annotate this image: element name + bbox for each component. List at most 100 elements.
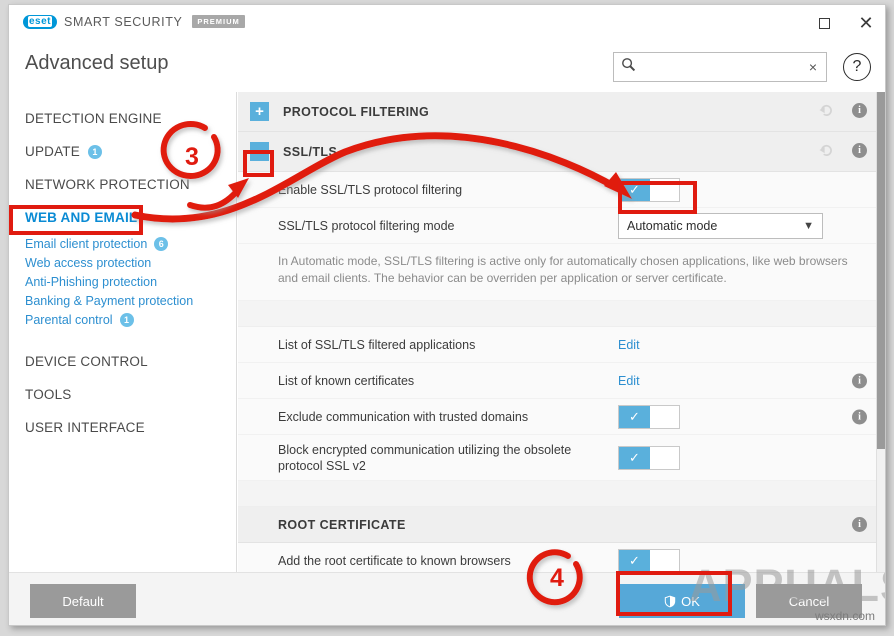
sidebar-item-label: Web access protection	[25, 255, 152, 270]
info-icon[interactable]: i	[852, 517, 867, 532]
sidebar-item-user-interface[interactable]: USER INTERFACE	[9, 411, 236, 444]
exclude-trusted-domains-toggle[interactable]: ✓	[618, 404, 680, 429]
content-scrollbar-track[interactable]	[876, 92, 885, 572]
search-icon	[621, 57, 636, 77]
setting-control: Automatic mode ▼	[618, 212, 823, 239]
setting-label: Enable SSL/TLS protocol filtering	[278, 182, 463, 197]
window-titlebar: eset SMART SECURITY PREMIUM ✕	[9, 5, 885, 40]
expand-protocol-filtering-icon[interactable]: +	[250, 102, 269, 121]
section-header-icons: i	[852, 517, 867, 532]
cancel-button[interactable]: Cancel	[756, 584, 862, 618]
ssl-filtering-mode-select[interactable]: Automatic mode ▼	[618, 212, 823, 239]
block-ssl-v2-toggle[interactable]: ✓	[618, 445, 680, 470]
sidebar-divider	[9, 329, 236, 345]
enable-ssl-filtering-toggle[interactable]: ✓	[618, 177, 680, 202]
app-branding: eset SMART SECURITY PREMIUM	[23, 14, 245, 29]
sidebar-item-update[interactable]: UPDATE 1	[9, 135, 236, 168]
ssl-mode-description: In Automatic mode, SSL/TLS filtering is …	[238, 244, 885, 301]
setting-control: ✓	[618, 404, 823, 429]
content-scrollbar-thumb[interactable]	[877, 92, 885, 449]
setting-row-add-root-certificate: Add the root certificate to known browse…	[238, 543, 885, 572]
section-header-root-certificate[interactable]: ROOT CERTIFICATE i	[238, 507, 885, 543]
section-title: SSL/TLS	[283, 144, 338, 159]
setting-label: List of known certificates	[278, 373, 415, 388]
sidebar-item-label: Parental control	[25, 312, 113, 327]
info-icon[interactable]: i	[852, 373, 867, 388]
setting-label: Add the root certificate to known browse…	[278, 553, 511, 568]
shield-icon	[664, 595, 676, 608]
section-header-ssl-tls[interactable]: − SSL/TLS i	[238, 132, 885, 172]
body-area: DETECTION ENGINE UPDATE 1 NETWORK PROTEC…	[9, 92, 885, 572]
edit-filtered-applications-link[interactable]: Edit	[618, 338, 640, 352]
setting-row-ssl-filtering-mode: SSL/TLS protocol filtering mode Automati…	[238, 208, 885, 244]
setting-row-known-certificates: List of known certificates Edit i	[238, 363, 885, 399]
info-icon[interactable]: i	[852, 409, 867, 424]
ok-button[interactable]: OK	[619, 584, 745, 618]
sidebar-badge: 1	[87, 144, 102, 159]
sidebar-navigation: DETECTION ENGINE UPDATE 1 NETWORK PROTEC…	[9, 92, 237, 572]
sidebar-item-network-protection[interactable]: NETWORK PROTECTION	[9, 168, 236, 201]
sidebar-item-parental-control[interactable]: Parental control 1	[9, 310, 236, 329]
sidebar-item-web-access-protection[interactable]: Web access protection	[9, 253, 236, 272]
sidebar-item-email-client-protection[interactable]: Email client protection 6	[9, 234, 236, 253]
setting-row-filtered-applications: List of SSL/TLS filtered applications Ed…	[238, 327, 885, 363]
sidebar-item-label: NETWORK PROTECTION	[25, 177, 190, 192]
sidebar-item-tools[interactable]: TOOLS	[9, 378, 236, 411]
toggle-checkmark-icon: ✓	[619, 178, 650, 201]
screenshot-root: eset SMART SECURITY PREMIUM ✕ Advanced s…	[0, 0, 894, 636]
eset-logo-text: eset	[28, 16, 53, 27]
add-root-certificate-toggle[interactable]: ✓	[618, 548, 680, 572]
setting-label: Block encrypted communication utilizing …	[278, 442, 572, 473]
toggle-checkmark-icon: ✓	[619, 405, 650, 428]
setting-row-block-ssl-v2: Block encrypted communication utilizing …	[238, 435, 885, 481]
sidebar-item-label: DEVICE CONTROL	[25, 354, 148, 369]
sidebar-item-device-control[interactable]: DEVICE CONTROL	[9, 345, 236, 378]
eset-logo-icon: eset	[23, 15, 58, 29]
suite-name-label: SMART SECURITY	[64, 15, 183, 29]
toggle-checkmark-icon: ✓	[619, 549, 650, 572]
edition-badge: PREMIUM	[192, 14, 245, 28]
sidebar-item-anti-phishing-protection[interactable]: Anti-Phishing protection	[9, 272, 236, 291]
sidebar-item-banking-payment-protection[interactable]: Banking & Payment protection	[9, 291, 236, 310]
info-icon[interactable]: i	[852, 143, 867, 158]
sidebar-item-label: Anti-Phishing protection	[25, 274, 158, 289]
collapse-ssl-tls-icon[interactable]: −	[250, 142, 269, 161]
revert-icon[interactable]	[819, 143, 834, 158]
clear-search-icon[interactable]: ×	[809, 60, 817, 74]
ok-button-label: OK	[681, 593, 700, 609]
close-button[interactable]: ✕	[855, 13, 877, 33]
setting-label: Exclude communication with trusted domai…	[278, 409, 529, 424]
page-title: Advanced setup	[25, 52, 169, 74]
section-title: ROOT CERTIFICATE	[278, 517, 406, 532]
revert-icon[interactable]	[819, 103, 834, 118]
default-button[interactable]: Default	[30, 584, 136, 618]
sidebar-item-detection-engine[interactable]: DETECTION ENGINE	[9, 102, 236, 135]
sidebar-item-label: Email client protection	[25, 236, 148, 251]
sidebar-badge: 6	[154, 236, 169, 251]
search-box[interactable]: ×	[613, 52, 827, 82]
window-controls: ✕	[813, 13, 877, 33]
page-header: Advanced setup × ?	[9, 40, 885, 92]
dialog-footer: Default OK Cancel	[9, 572, 885, 625]
section-spacer	[238, 301, 885, 327]
section-header-protocol-filtering[interactable]: + PROTOCOL FILTERING i	[238, 92, 885, 132]
chevron-down-icon: ▼	[803, 219, 814, 232]
section-title: PROTOCOL FILTERING	[283, 104, 430, 119]
sidebar-item-label: DETECTION ENGINE	[25, 111, 162, 126]
sidebar-badge: 1	[119, 312, 134, 327]
edit-known-certificates-link[interactable]: Edit	[618, 374, 640, 388]
info-icon[interactable]: i	[852, 103, 867, 118]
search-input[interactable]	[636, 54, 809, 80]
maximize-button[interactable]	[813, 13, 835, 33]
section-spacer	[238, 481, 885, 507]
setting-control: Edit	[618, 374, 823, 388]
section-header-icons: i	[819, 103, 867, 118]
setting-label: List of SSL/TLS filtered applications	[278, 337, 476, 352]
settings-content-panel: + PROTOCOL FILTERING i − SSL/TLS i Enabl…	[238, 92, 885, 572]
setting-label: SSL/TLS protocol filtering mode	[278, 218, 455, 233]
sidebar-item-label: TOOLS	[25, 387, 72, 402]
sidebar-item-web-and-email[interactable]: WEB AND EMAIL	[9, 201, 236, 234]
setting-row-exclude-trusted-domains: Exclude communication with trusted domai…	[238, 399, 885, 435]
help-button[interactable]: ?	[843, 53, 871, 81]
sidebar-item-label: USER INTERFACE	[25, 420, 145, 435]
